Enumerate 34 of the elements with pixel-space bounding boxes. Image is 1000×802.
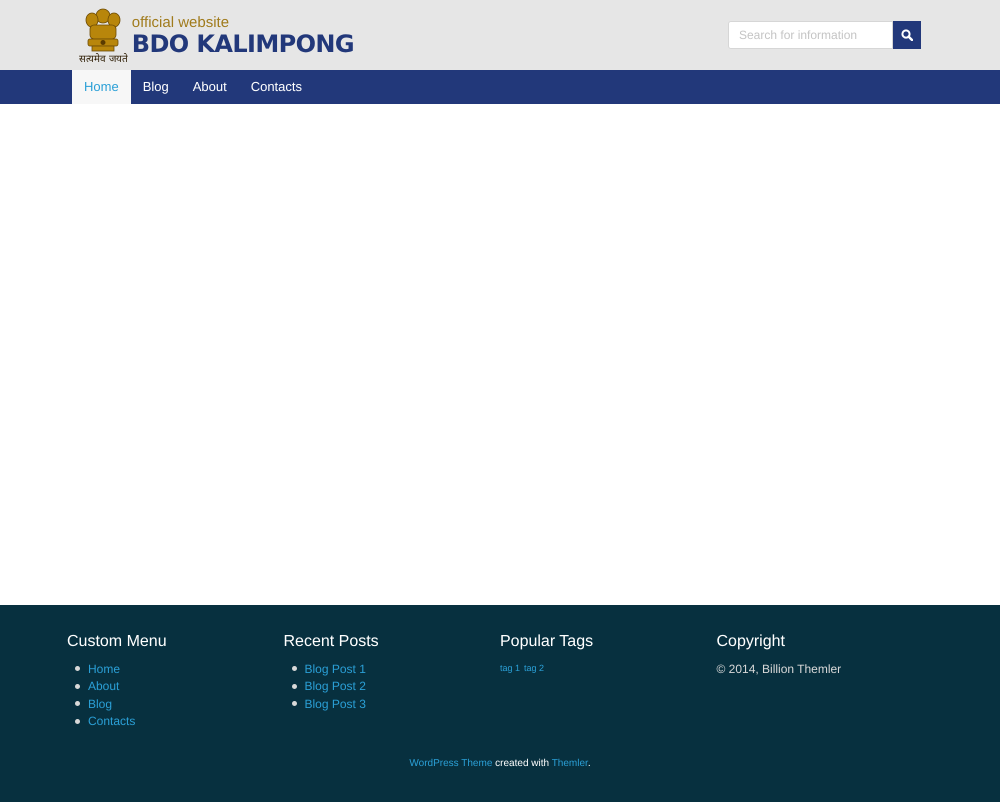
bullet-icon [75,666,80,672]
tag-link[interactable]: tag 1 [500,662,520,676]
bullet-icon [75,718,80,724]
tag-link[interactable]: tag 2 [524,662,544,676]
bullet-icon [75,701,80,706]
logo-title: BDO KALIMPONG [132,31,354,57]
footer-link[interactable]: Home [88,660,120,678]
nav-tab[interactable]: Contacts [238,70,314,104]
footer-link[interactable]: Blog Post 3 [304,694,366,713]
bullet-icon [75,684,80,689]
footer-link[interactable]: Blog [88,694,112,713]
nav-tab[interactable]: About [180,70,239,104]
footer-heading: Copyright [716,633,786,651]
bullet-icon [292,684,296,689]
logo-tagline: official website [132,15,230,31]
motto-text: सत्यमेव जयते [79,53,128,67]
footer-link[interactable]: Contacts [88,712,136,730]
search-button[interactable] [893,21,921,49]
bullet-icon [292,701,296,706]
nav-tab[interactable]: Home [72,70,131,104]
footer-heading: Recent Posts [284,633,380,651]
credit-link[interactable]: WordPress Theme [409,758,492,769]
nav-tab[interactable]: Blog [130,70,181,104]
footer-link[interactable]: About [88,677,120,696]
credit-link[interactable]: Themler [552,758,588,769]
footer-heading: Popular Tags [500,633,594,651]
search-field[interactable]: Search for information [728,21,893,49]
footer-link[interactable]: Blog Post 1 [304,660,366,678]
copyright-text: © 2014, Billion Themler [716,661,842,678]
footer-heading: Custom Menu [67,633,168,651]
bullet-icon [292,666,296,672]
search-icon [901,29,913,41]
footer-link[interactable]: Blog Post 2 [304,677,366,696]
footer-credit: WordPress Theme created with Themler. [408,757,592,771]
